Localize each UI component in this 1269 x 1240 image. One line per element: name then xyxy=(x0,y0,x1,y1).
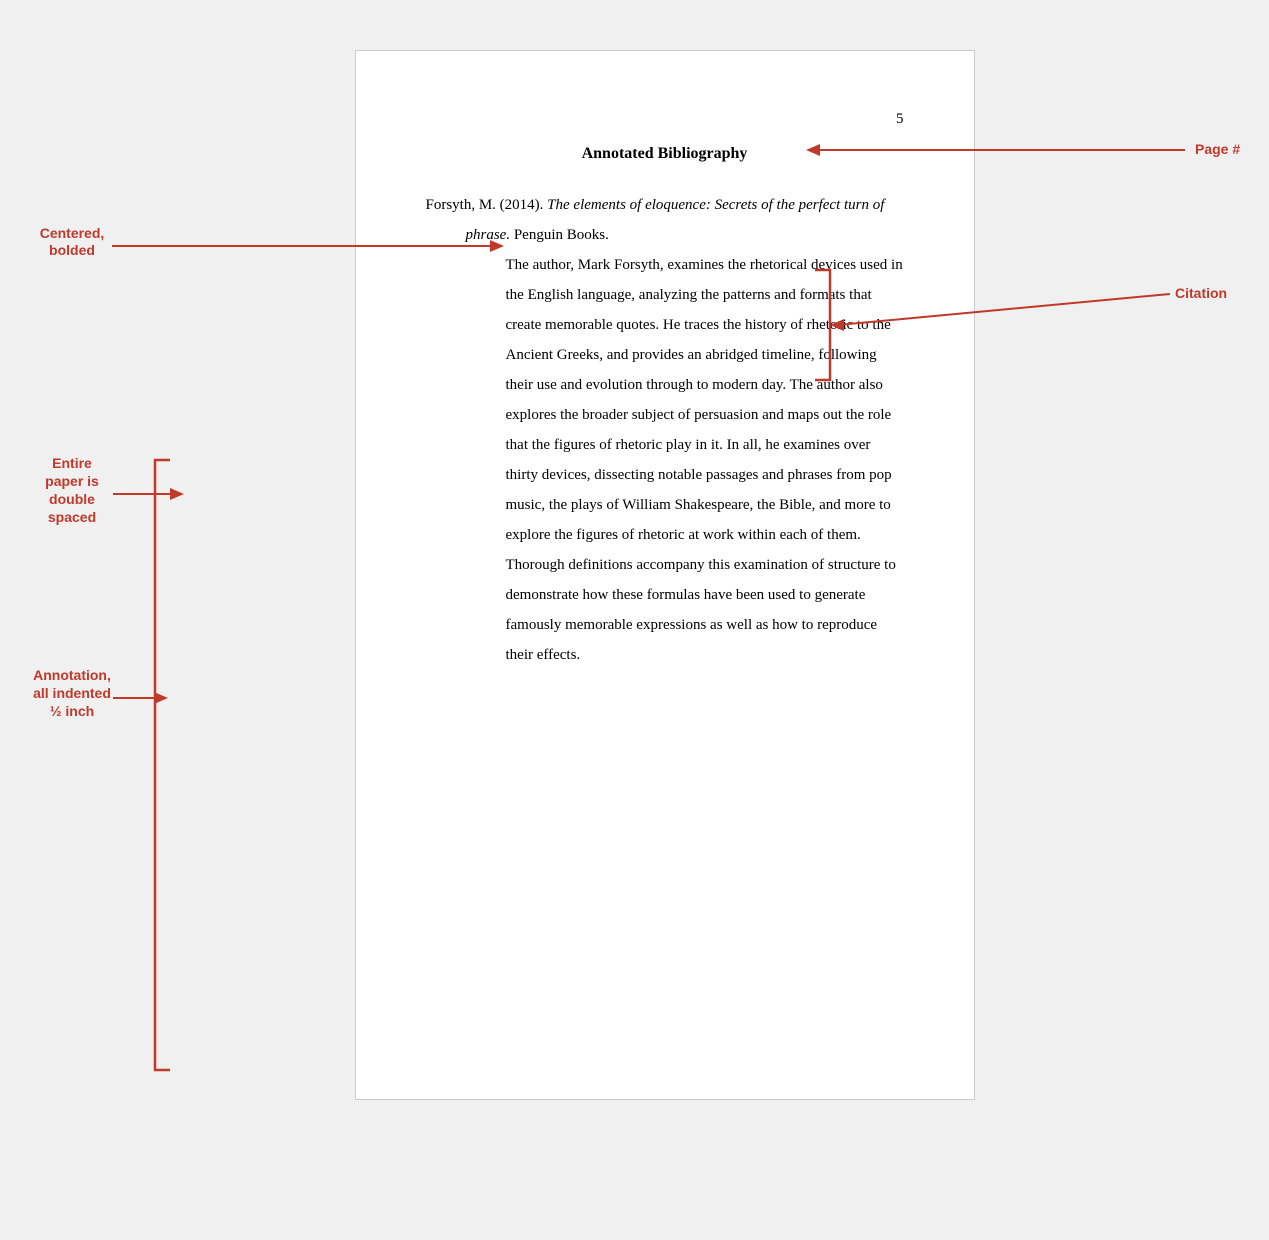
double-spaced-label1: Entire xyxy=(52,455,92,471)
annotation-arrowhead xyxy=(154,692,168,704)
citation-publisher: Penguin Books. xyxy=(510,227,609,243)
centered-bolded-label: Centered, xyxy=(40,225,105,241)
paper: 5 Annotated Bibliography Forsyth, M. (20… xyxy=(355,50,975,1100)
double-spaced-label4: spaced xyxy=(48,509,96,525)
annotation-bracket xyxy=(155,460,170,1070)
annotation-label1: Annotation, xyxy=(33,667,111,683)
annotation-block: The author, Mark Forsyth, examines the r… xyxy=(426,250,904,670)
annotation-label2: all indented xyxy=(33,685,111,701)
double-spaced-label2: paper is xyxy=(45,473,99,489)
citation-label: Citation xyxy=(1175,285,1227,301)
annotation-text: The author, Mark Forsyth, examines the r… xyxy=(506,257,903,663)
double-spaced-label3: double xyxy=(49,491,95,507)
annotation-label3: ½ inch xyxy=(50,703,94,719)
centered-bolded-label2: bolded xyxy=(49,242,95,258)
paper-title: Annotated Bibliography xyxy=(426,138,904,170)
citation-block: Forsyth, M. (2014). The elements of eloq… xyxy=(426,190,904,250)
page-number: 5 xyxy=(426,111,904,128)
outer-container: 5 Annotated Bibliography Forsyth, M. (20… xyxy=(0,20,1269,1220)
page-number-label: Page # xyxy=(1195,141,1240,157)
double-spaced-arrowhead xyxy=(170,488,184,500)
citation-author: Forsyth, M. (2014). xyxy=(426,197,548,213)
